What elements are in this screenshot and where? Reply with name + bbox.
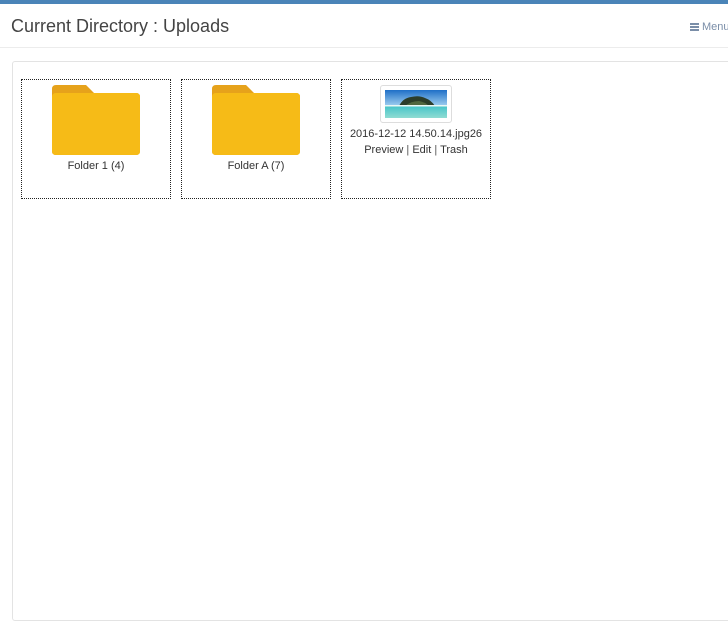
header: Current Directory : Uploads Menu <box>0 4 728 48</box>
image-thumbnail-icon <box>385 90 447 118</box>
page-title: Current Directory : Uploads <box>11 16 230 36</box>
menu-label: Menu <box>702 21 728 33</box>
folder-label[interactable]: Folder A (7) <box>182 160 330 172</box>
edit-link[interactable]: Edit <box>412 144 431 156</box>
image-thumbnail[interactable] <box>380 85 452 123</box>
bars-icon <box>690 23 699 31</box>
file-tile: 2016-12-12 14.50.14.jpg26 Preview | Edit… <box>341 79 491 199</box>
menu-button[interactable]: Menu <box>690 21 728 33</box>
file-actions: Preview | Edit | Trash <box>342 144 490 156</box>
action-separator: | <box>434 144 438 156</box>
folder-icon <box>52 85 140 155</box>
folder-tile[interactable]: Folder 1 (4) <box>21 79 171 199</box>
folder-icon <box>212 85 300 155</box>
preview-link[interactable]: Preview <box>364 144 403 156</box>
action-separator: | <box>406 144 410 156</box>
folder-label[interactable]: Folder 1 (4) <box>22 160 170 172</box>
folder-tile[interactable]: Folder A (7) <box>181 79 331 199</box>
trash-link[interactable]: Trash <box>440 144 468 156</box>
file-name: 2016-12-12 14.50.14.jpg26 <box>349 128 483 140</box>
